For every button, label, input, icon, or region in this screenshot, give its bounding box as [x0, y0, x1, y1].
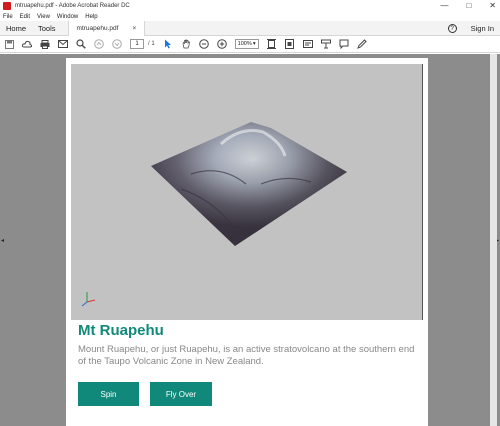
document-tab-label: mtruapehu.pdf: [76, 24, 119, 32]
action-buttons: Spin Fly Over: [78, 382, 423, 406]
menu-help[interactable]: Help: [85, 14, 97, 20]
toolbar: 1 / 1 100% ▾: [0, 36, 500, 53]
maximize-button[interactable]: □: [466, 1, 471, 10]
menu-view[interactable]: View: [37, 14, 50, 20]
read-mode-icon[interactable]: [302, 39, 313, 49]
measure-icon[interactable]: [320, 39, 331, 49]
chevron-down-icon: ▾: [252, 41, 256, 47]
next-page-icon[interactable]: [112, 39, 122, 49]
menu-file[interactable]: File: [3, 14, 13, 20]
tab-home[interactable]: Home: [0, 24, 32, 33]
tab-document[interactable]: mtruapehu.pdf ×: [67, 20, 146, 36]
tab-tools[interactable]: Tools: [32, 24, 62, 33]
hand-tool-icon[interactable]: [181, 39, 191, 49]
save-icon[interactable]: [4, 39, 14, 49]
minimize-button[interactable]: —: [440, 1, 448, 10]
document-viewer[interactable]: ◂ ▸ Mt Ruapehu Mount Ruapehu, or just Ru…: [0, 54, 500, 426]
email-icon[interactable]: [58, 39, 68, 49]
menu-edit[interactable]: Edit: [20, 14, 30, 20]
acrobat-app-icon: [3, 2, 11, 10]
tab-bar: Home Tools mtruapehu.pdf × ? Sign In: [0, 20, 500, 36]
title-bar: mtruapehu.pdf - Adobe Acrobat Reader DC …: [0, 0, 500, 12]
full-screen-icon[interactable]: [285, 39, 295, 49]
spin-button[interactable]: Spin: [78, 382, 139, 406]
zoom-value: 100%: [237, 41, 252, 47]
page-number-input[interactable]: 1: [130, 39, 144, 49]
previous-page-icon[interactable]: [94, 39, 104, 49]
comment-icon[interactable]: [339, 39, 349, 49]
pdf-page: Mt Ruapehu Mount Ruapehu, or just Ruapeh…: [66, 58, 428, 426]
select-cursor-icon[interactable]: [163, 39, 173, 49]
document-content: Mt Ruapehu Mount Ruapehu, or just Ruapeh…: [78, 322, 423, 406]
mountain-terrain-model: [81, 122, 347, 307]
fly-over-button[interactable]: Fly Over: [150, 382, 212, 406]
help-icon[interactable]: ?: [447, 24, 457, 33]
zoom-in-icon[interactable]: [216, 39, 227, 49]
menu-window[interactable]: Window: [57, 14, 78, 20]
vertical-scrollbar[interactable]: [490, 54, 497, 426]
zoom-out-icon[interactable]: [198, 39, 209, 49]
fit-page-icon[interactable]: [267, 39, 277, 49]
page-description: Mount Ruapehu, or just Ruapehu, is an ac…: [78, 344, 415, 367]
page-total: / 1: [148, 41, 155, 47]
3d-model-viewport[interactable]: [71, 64, 423, 320]
window-controls: — □ ✕: [440, 1, 496, 10]
zoom-select[interactable]: 100% ▾: [234, 39, 259, 49]
close-tab-icon[interactable]: ×: [132, 25, 136, 32]
axis-gizmo-icon: [81, 292, 96, 307]
search-icon[interactable]: [76, 39, 86, 49]
page-title: Mt Ruapehu: [78, 322, 164, 339]
sign-in-link[interactable]: Sign In: [471, 24, 494, 33]
pen-sign-icon[interactable]: [356, 39, 367, 49]
upload-cloud-icon[interactable]: [22, 39, 32, 49]
window-title: mtruapehu.pdf - Adobe Acrobat Reader DC: [15, 3, 130, 9]
print-icon[interactable]: [40, 39, 50, 49]
close-button[interactable]: ✕: [489, 1, 496, 10]
left-panel-toggle[interactable]: ◂: [1, 237, 4, 244]
